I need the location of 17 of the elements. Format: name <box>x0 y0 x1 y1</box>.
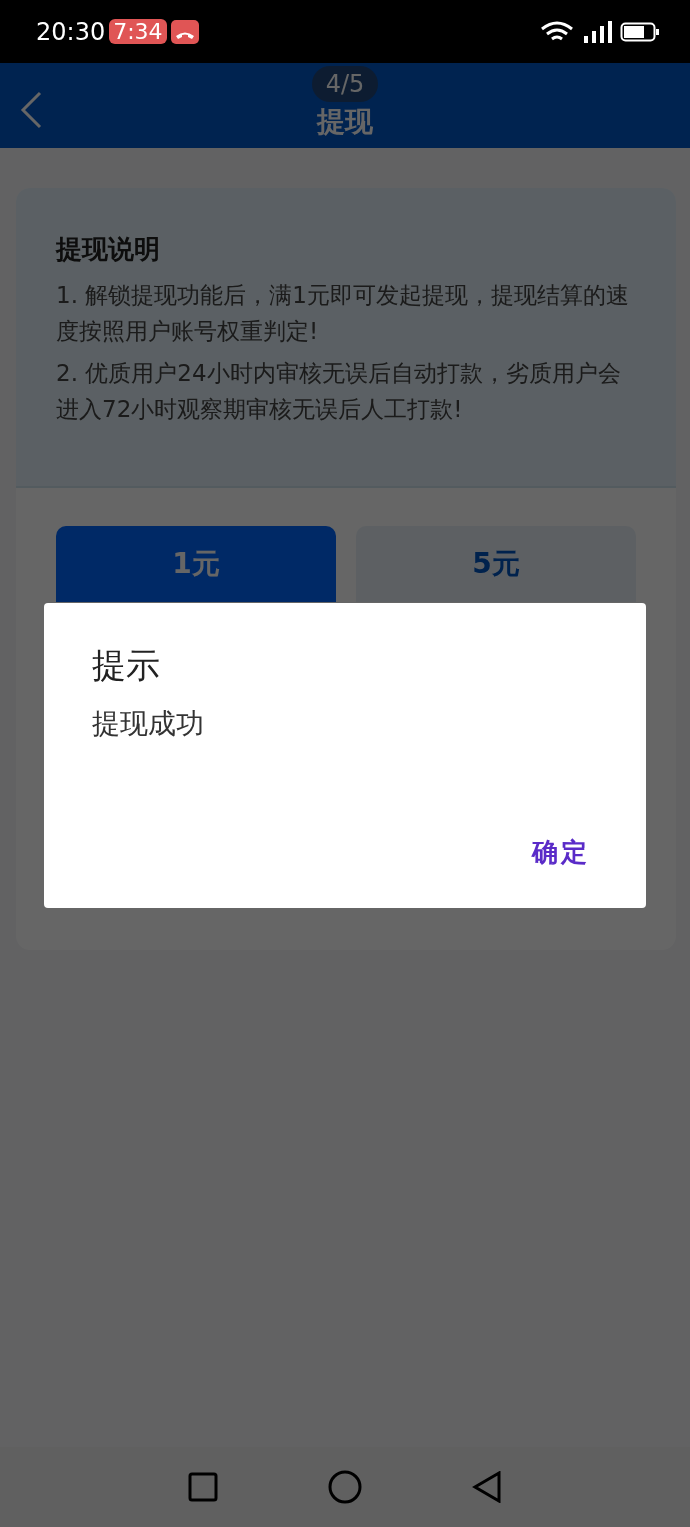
dialog-title: 提示 <box>92 644 161 687</box>
confirm-button[interactable]: 确定 <box>524 831 598 874</box>
notice-text: 2. 优质用户24小时内审核无误后自动打款，劣质用户会进入72小时观察期审核无误后人工打款! <box>56 359 622 424</box>
status-time: 20:30 <box>36 17 106 46</box>
notification-time-badge: 7:34 <box>109 19 167 44</box>
notice-text: 1. 解锁提现功能后，满1元即可发起提现，提现结算的速度按照用户账号权重判定! <box>56 281 630 346</box>
phone-icon <box>170 19 199 44</box>
notice-title: 提现说明 <box>56 233 161 266</box>
dialog-message: 提现成功 <box>92 706 205 742</box>
back-icon[interactable] <box>18 90 44 130</box>
amount-option[interactable]: 5元 <box>356 526 636 602</box>
amount-option[interactable]: 1元 <box>56 526 336 602</box>
signal-icon <box>582 19 612 44</box>
back-icon[interactable] <box>472 1471 502 1503</box>
home-icon[interactable] <box>328 1470 362 1504</box>
recents-icon[interactable] <box>188 1472 218 1502</box>
page-title: 提现 <box>317 105 373 138</box>
